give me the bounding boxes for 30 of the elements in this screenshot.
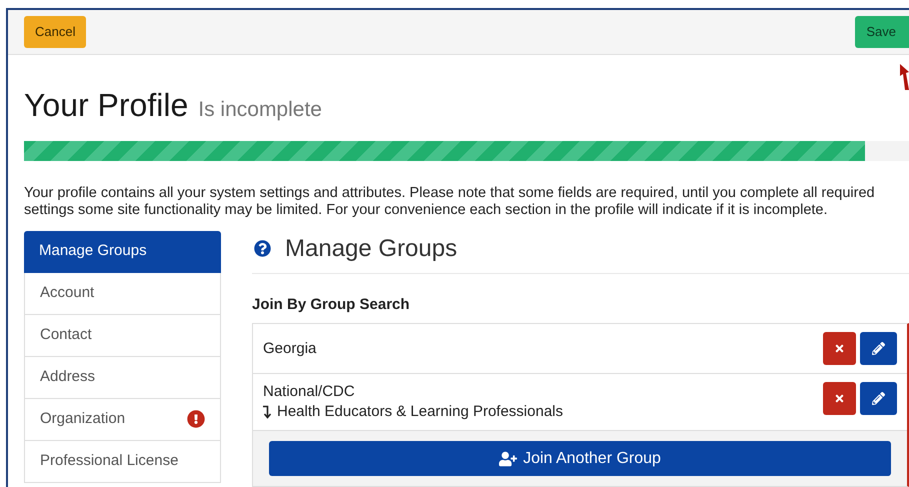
pencil-icon: [872, 392, 885, 405]
subgroup-name: Health Educators & Learning Professionals: [277, 402, 563, 422]
remove-button[interactable]: [823, 332, 856, 365]
page-title: Your Profile: [24, 89, 188, 121]
edit-button[interactable]: [860, 382, 897, 415]
help-icon[interactable]: [254, 240, 271, 257]
section-subtitle: Join By Group Search: [252, 294, 411, 314]
warning-icon: [187, 410, 205, 428]
pointer-arrow-icon: [899, 64, 909, 90]
sidebar-item[interactable]: Professional License: [24, 440, 221, 482]
pencil-icon: [872, 342, 885, 355]
remove-button[interactable]: [823, 382, 856, 415]
close-icon: [834, 343, 845, 354]
sidebar-item[interactable]: Manage Groups: [24, 230, 221, 272]
turn-down-arrow-icon: [263, 405, 272, 419]
edit-button[interactable]: [860, 332, 897, 365]
section-title: Manage Groups: [285, 234, 458, 264]
intro-paragraph: Your profile contains all your system settings and attributes. Please note that some fields are required, until you complete all required settings some site functionality may be limited. For your convenience each section in the profile will indicate if it is incomplete.: [23, 184, 876, 218]
group-name: Georgia: [263, 338, 316, 358]
sidebar-item[interactable]: Address: [24, 356, 221, 398]
add-user-icon: [499, 450, 518, 466]
group-name: National/CDC: [263, 382, 356, 402]
close-icon: [834, 393, 845, 404]
sidebar-item[interactable]: Organization: [24, 398, 221, 440]
join-group-button[interactable]: Join Another Group: [269, 441, 891, 476]
save-button[interactable]: Save: [855, 16, 909, 48]
status-text: Is incomplete: [198, 97, 322, 123]
sidebar-item[interactable]: Account: [24, 272, 221, 314]
sidebar-item[interactable]: Contact: [24, 314, 221, 356]
cancel-button[interactable]: Cancel: [24, 16, 86, 48]
